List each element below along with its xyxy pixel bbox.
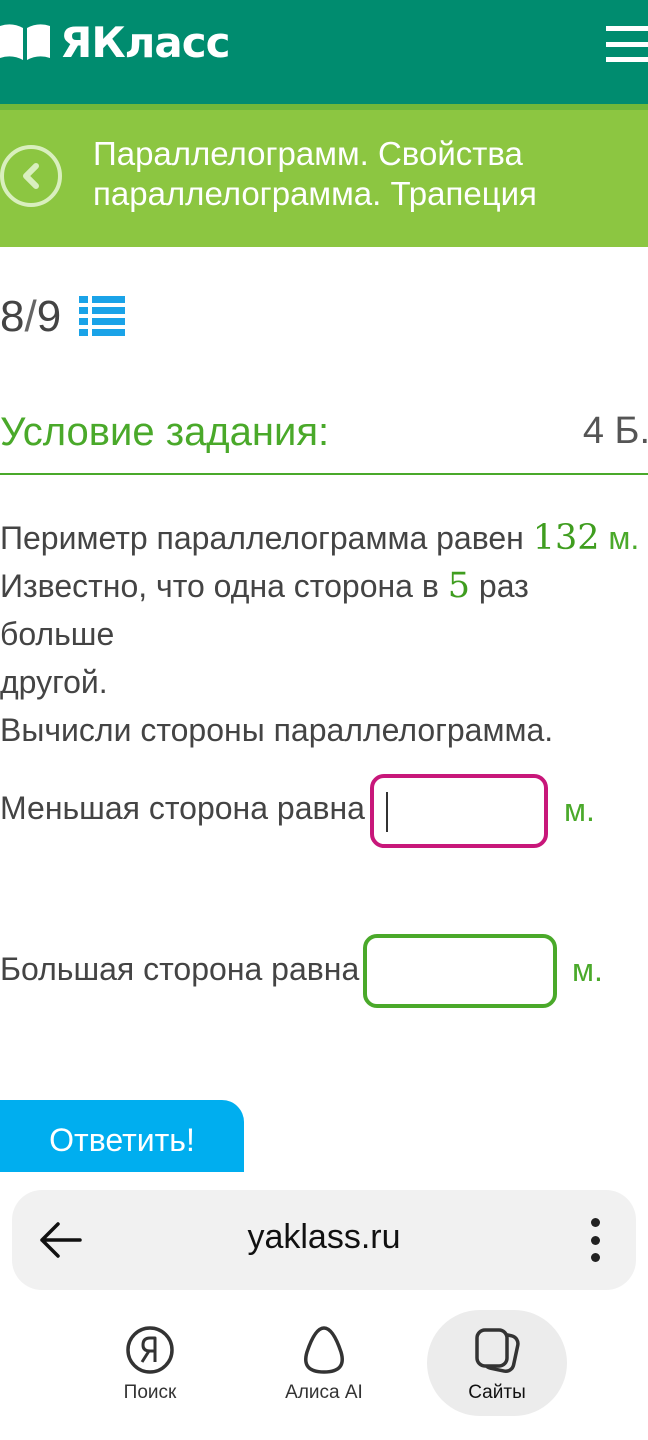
current-task-number: 8 [0,292,25,341]
nav-sites[interactable]: Сайты [427,1310,567,1416]
submit-answer-button[interactable]: Ответить! [0,1100,244,1180]
nav-search[interactable]: Поиск [80,1310,220,1416]
problem-line-2: Известно, что одна сторона в 5 раз больш… [0,562,648,658]
chevron-left-circle-icon[interactable] [0,145,62,207]
url-text[interactable]: yaklass.ru [12,1218,636,1257]
task-points: 4 Б. [582,410,648,452]
hamburger-menu-icon[interactable] [606,26,648,62]
address-bar[interactable]: yaklass.ru [12,1190,636,1290]
smaller-side-input[interactable] [370,774,548,848]
text-caret [386,792,388,832]
problem-line-3: другой. [0,664,108,700]
nav-search-label: Поиск [123,1382,177,1403]
problem-line-1: Периметр параллелограмма равен 132 м. [0,514,648,562]
larger-side-unit: м. [572,952,603,988]
condition-divider [0,473,648,475]
site-header: ЯКласс [0,0,648,104]
task-list-icon[interactable] [79,296,125,338]
total-task-number: 9 [36,292,62,341]
problem-line-4: Вычисли стороны параллелограмма. [0,712,554,748]
nav-alice-label: Алиса AI [285,1382,363,1403]
problem-text-part: Периметр параллелограмма равен [0,520,533,556]
nav-sites-label: Сайты [468,1382,526,1403]
vertical-dots-icon[interactable] [590,1218,600,1262]
tabs-icon [475,1328,520,1373]
alice-icon [304,1326,344,1374]
problem-text: Периметр параллелограмма равен 132 м. Из… [0,514,648,754]
smaller-side-unit: м. [564,792,595,828]
topic-bar: Параллелограмм. Свойства параллелограмма… [0,110,648,247]
smaller-side-label: Меньшая сторона равна [0,790,365,826]
larger-side-input[interactable] [363,934,557,1008]
problem-text-part: Известно, что одна сторона в [0,568,448,604]
topic-title: Параллелограмм. Свойства параллелограмма… [93,135,537,212]
ratio-value: 5 [447,566,471,606]
counter-separator: / [24,292,37,341]
larger-side-label: Большая сторона равна [0,951,360,987]
yaklass-logo[interactable]: ЯКласс [0,17,231,67]
unit-label: м. [599,520,640,556]
book-logo-icon [0,24,50,60]
task-counter: 8/9 [0,292,61,342]
logo-text: ЯКласс [60,17,231,67]
perimeter-value: 132 [532,518,600,558]
yandex-search-icon [126,1326,174,1374]
condition-title: Условие задания: [0,410,330,454]
nav-alice[interactable]: Алиса AI [254,1310,394,1416]
